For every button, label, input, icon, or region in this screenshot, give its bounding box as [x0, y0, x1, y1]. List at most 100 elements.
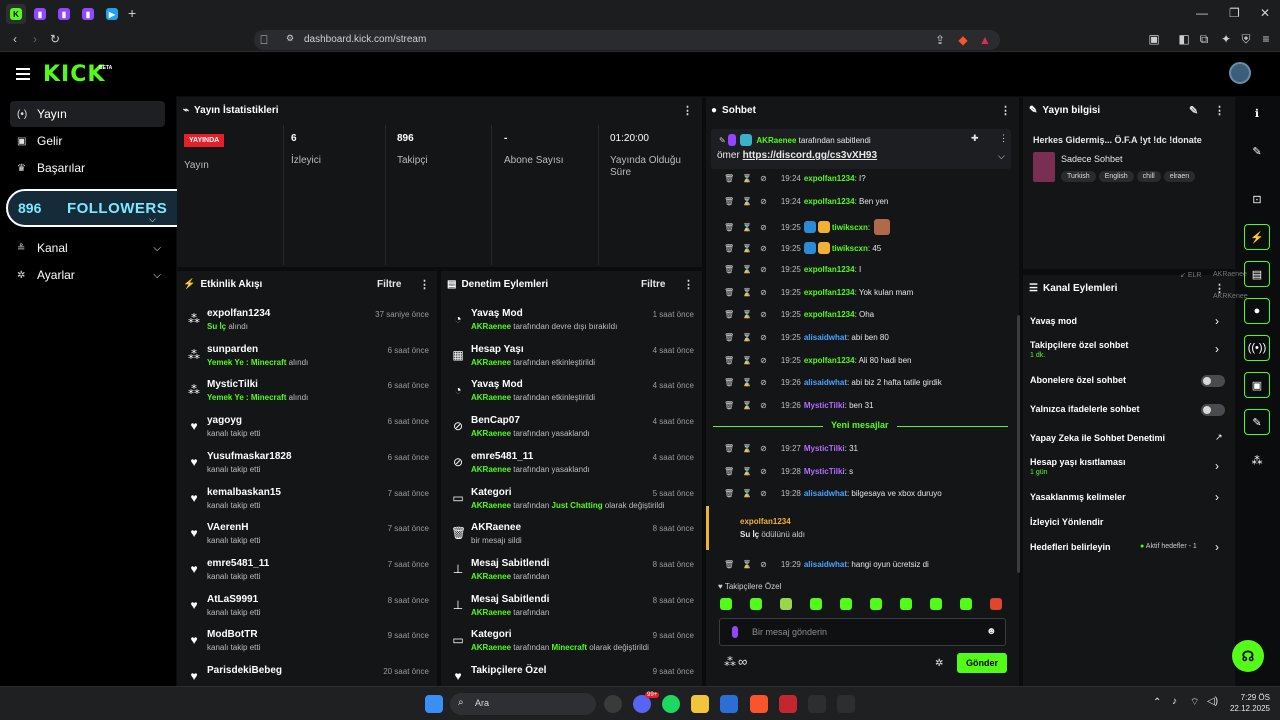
- chat-message[interactable]: 🗑⌛⊘ 19:25 tiwikscxn: 45: [724, 242, 881, 255]
- chat-input-box[interactable]: Bir mesaj gönderin ☻: [719, 618, 1006, 646]
- unpin-icon[interactable]: ✚: [971, 133, 979, 144]
- chevron-right-icon[interactable]: ›: [1215, 540, 1219, 554]
- tab-twitch-1[interactable]: ▮: [30, 4, 50, 24]
- mod-tools-icon[interactable]: 🗑⌛⊘: [724, 288, 775, 297]
- moderation-row[interactable]: ⊘ BenCap07 AKRaenee tarafından yasaklandı 4…: [441, 410, 702, 446]
- settings-icon[interactable]: ✲: [935, 658, 943, 669]
- emote-icon[interactable]: [900, 598, 912, 610]
- url-text[interactable]: dashboard.kick.com/stream: [304, 34, 426, 45]
- capture-icon[interactable]: ⊡: [1244, 186, 1270, 212]
- mod-tools-icon[interactable]: 🗑⌛⊘: [724, 467, 775, 476]
- chat-message[interactable]: 🗑⌛⊘ 19:27 MysticTilki: 31: [724, 444, 858, 453]
- chat-username[interactable]: expolfan1234: [804, 197, 855, 206]
- app-icon[interactable]: [808, 695, 826, 713]
- tab-kick[interactable]: K: [6, 4, 26, 24]
- tab-twitch-2[interactable]: ▮: [54, 4, 74, 24]
- tray-chevron-icon[interactable]: ⌃: [1153, 697, 1161, 708]
- moderation-row[interactable]: ⊥ Mesaj Sabitlendi AKRaenee tarafından 8 sa…: [441, 553, 702, 589]
- forward-icon[interactable]: ›: [27, 32, 43, 46]
- sidebar-item-basarilar[interactable]: ♛ Başarılar: [10, 155, 165, 181]
- mod-tools-icon[interactable]: 🗑⌛⊘: [724, 378, 775, 387]
- lightning-icon[interactable]: ⚡: [1244, 224, 1270, 250]
- chat-message[interactable]: 🗑⌛⊘ 19:29 alisaidwhat: hangi oyun ücretsiz…: [724, 560, 929, 569]
- sidebar-item-kanal[interactable]: ≗ Kanal ⌵: [10, 235, 165, 261]
- emote-icon[interactable]: [960, 598, 972, 610]
- mod-tools-icon[interactable]: 🗑⌛⊘: [724, 310, 775, 319]
- chat-username[interactable]: expolfan1234: [804, 356, 855, 365]
- category-name[interactable]: Sadece Sohbet: [1061, 154, 1123, 164]
- emote-icon[interactable]: [840, 598, 852, 610]
- vpn-icon[interactable]: ⛨: [1238, 32, 1254, 47]
- bookmark-icon[interactable]: ⎕: [256, 33, 272, 48]
- shapes-icon[interactable]: ⁂: [1244, 447, 1270, 473]
- spotify-icon[interactable]: [662, 695, 680, 713]
- channel-action-item[interactable]: Takipçilere özel sohbet 1 dk.: [1030, 340, 1128, 359]
- chat-message[interactable]: 🗑⌛⊘ 19:25 expolfan1234: Oha: [724, 310, 874, 319]
- activity-row[interactable]: ♥ AtLaS9991 kanalı takip etti 8 saat önce: [177, 589, 437, 625]
- category-thumbnail[interactable]: [1033, 152, 1055, 182]
- chat-username[interactable]: MysticTilki: [804, 467, 845, 476]
- discord-link[interactable]: https://discord.gg/cs3vXH93: [743, 150, 877, 161]
- chat-message[interactable]: 🗑⌛⊘ 19:26 MysticTilki: ben 31: [724, 401, 874, 410]
- chevron-down-icon[interactable]: ⌵: [998, 151, 1005, 162]
- back-icon[interactable]: ‹: [7, 32, 23, 46]
- channel-action-item[interactable]: Hesap yaşı kısıtlaması 1 gün: [1030, 457, 1126, 476]
- mod-tools-icon[interactable]: 🗑⌛⊘: [724, 197, 775, 206]
- more-options-icon[interactable]: ⋮: [1214, 104, 1225, 117]
- moderation-row[interactable]: ◔ Yavaş Mod AKRaenee tarafından devre dışı…: [441, 303, 702, 339]
- activity-row[interactable]: ♥ ParisdekiBebeg 20 saat önce: [177, 660, 437, 686]
- mod-tools-icon[interactable]: 🗑⌛⊘: [724, 223, 775, 232]
- moderation-row[interactable]: ⊘ emre5481_11 AKRaenee tarafından yasaklan…: [441, 446, 702, 482]
- moderation-row[interactable]: ⊥ Mesaj Sabitlendi AKRaenee tarafından 8 sa…: [441, 589, 702, 625]
- more-options-icon[interactable]: ⋮: [419, 278, 430, 291]
- channel-action-item[interactable]: Yasaklanmış kelimeler: [1030, 492, 1126, 502]
- tab-twitch-3[interactable]: ▮: [78, 4, 98, 24]
- activity-row[interactable]: ♥ Yusufmaskar1828 kanalı takip etti 6 saat …: [177, 446, 437, 482]
- chevron-right-icon[interactable]: ›: [1215, 314, 1219, 328]
- widgets-icon[interactable]: [604, 695, 622, 713]
- channel-action-item[interactable]: Abonelere özel sohbet: [1030, 375, 1126, 385]
- more-options-icon[interactable]: ⋮: [683, 278, 694, 291]
- sidebar-item-ayarlar[interactable]: ✲ Ayarlar ⌵: [10, 262, 165, 288]
- info-icon[interactable]: ℹ: [1244, 100, 1270, 126]
- activity-row[interactable]: ⁂ sunparden Yemek Ye : Minecraft alındı 6 s…: [177, 339, 437, 375]
- activity-row[interactable]: ♥ yagoyg kanalı takip etti 6 saat önce: [177, 410, 437, 446]
- more-options-icon[interactable]: ⋮: [999, 133, 1008, 144]
- more-options-icon[interactable]: ⋮: [1000, 104, 1011, 117]
- clipboard-icon[interactable]: ▤: [1244, 261, 1270, 287]
- emote-icon[interactable]: [810, 598, 822, 610]
- user-avatar[interactable]: [1229, 62, 1251, 84]
- wrench-icon[interactable]: ✎: [1244, 409, 1270, 435]
- moderation-row[interactable]: ♥ Takipçilere Özel 9 saat önce: [441, 660, 702, 686]
- chat-message[interactable]: 🗑⌛⊘ 19:25 alisaidwhat: abi ben 80: [724, 333, 889, 342]
- kick-logo[interactable]: KICK: [43, 62, 105, 87]
- channel-action-item[interactable]: İzleyici Yönlendir: [1030, 517, 1103, 527]
- chat-username[interactable]: MysticTilki: [804, 444, 845, 453]
- scrollbar[interactable]: [1017, 315, 1020, 573]
- app-icon[interactable]: [837, 695, 855, 713]
- chat-message[interactable]: 🗑⌛⊘ 19:25 expolfan1234: Ali 80 hadi ben: [724, 356, 912, 365]
- activity-row[interactable]: ♥ VAerenH kanalı takip etti 7 saat önce: [177, 517, 437, 553]
- edit-icon[interactable]: ✎: [1189, 104, 1198, 117]
- brave-icon[interactable]: [750, 695, 768, 713]
- extensions-icon[interactable]: ⧉: [1196, 32, 1212, 47]
- activity-row[interactable]: ⁂ expolfan1234 Su İç alındı 37 saniye önce: [177, 303, 437, 339]
- broadcast-icon[interactable]: ((•)): [1244, 335, 1270, 361]
- chevron-right-icon[interactable]: ›: [1215, 490, 1219, 504]
- channel-action-item[interactable]: Yavaş mod: [1030, 316, 1077, 326]
- chat-message[interactable]: 🗑⌛⊘ 19:25 expolfan1234: I: [724, 265, 861, 274]
- moderation-row[interactable]: 🗑 AKRaenee bir mesajı sildi 8 saat önce: [441, 517, 702, 553]
- brave-shield-icon[interactable]: ◆: [955, 33, 971, 47]
- mod-tools-icon[interactable]: 🗑⌛⊘: [724, 244, 775, 253]
- chat-message[interactable]: 🗑⌛⊘ 19:25 expolfan1234: Yok kulan mam: [724, 288, 913, 297]
- channel-action-item[interactable]: Yapay Zeka ile Sohbet Denetimi: [1030, 433, 1165, 443]
- chat-username[interactable]: expolfan1234: [804, 265, 855, 274]
- emote-icon[interactable]: [930, 598, 942, 610]
- hamburger-menu-icon[interactable]: [16, 68, 30, 80]
- new-tab-button[interactable]: +: [128, 5, 136, 21]
- toggle-switch[interactable]: [1201, 375, 1225, 387]
- chat-message[interactable]: 🗑⌛⊘ 19:28 MysticTilki: s: [724, 467, 853, 476]
- chat-username[interactable]: expolfan1234: [804, 174, 855, 183]
- mod-tools-icon[interactable]: 🗑⌛⊘: [724, 401, 775, 410]
- wifi-icon[interactable]: ⌔: [1190, 696, 1199, 709]
